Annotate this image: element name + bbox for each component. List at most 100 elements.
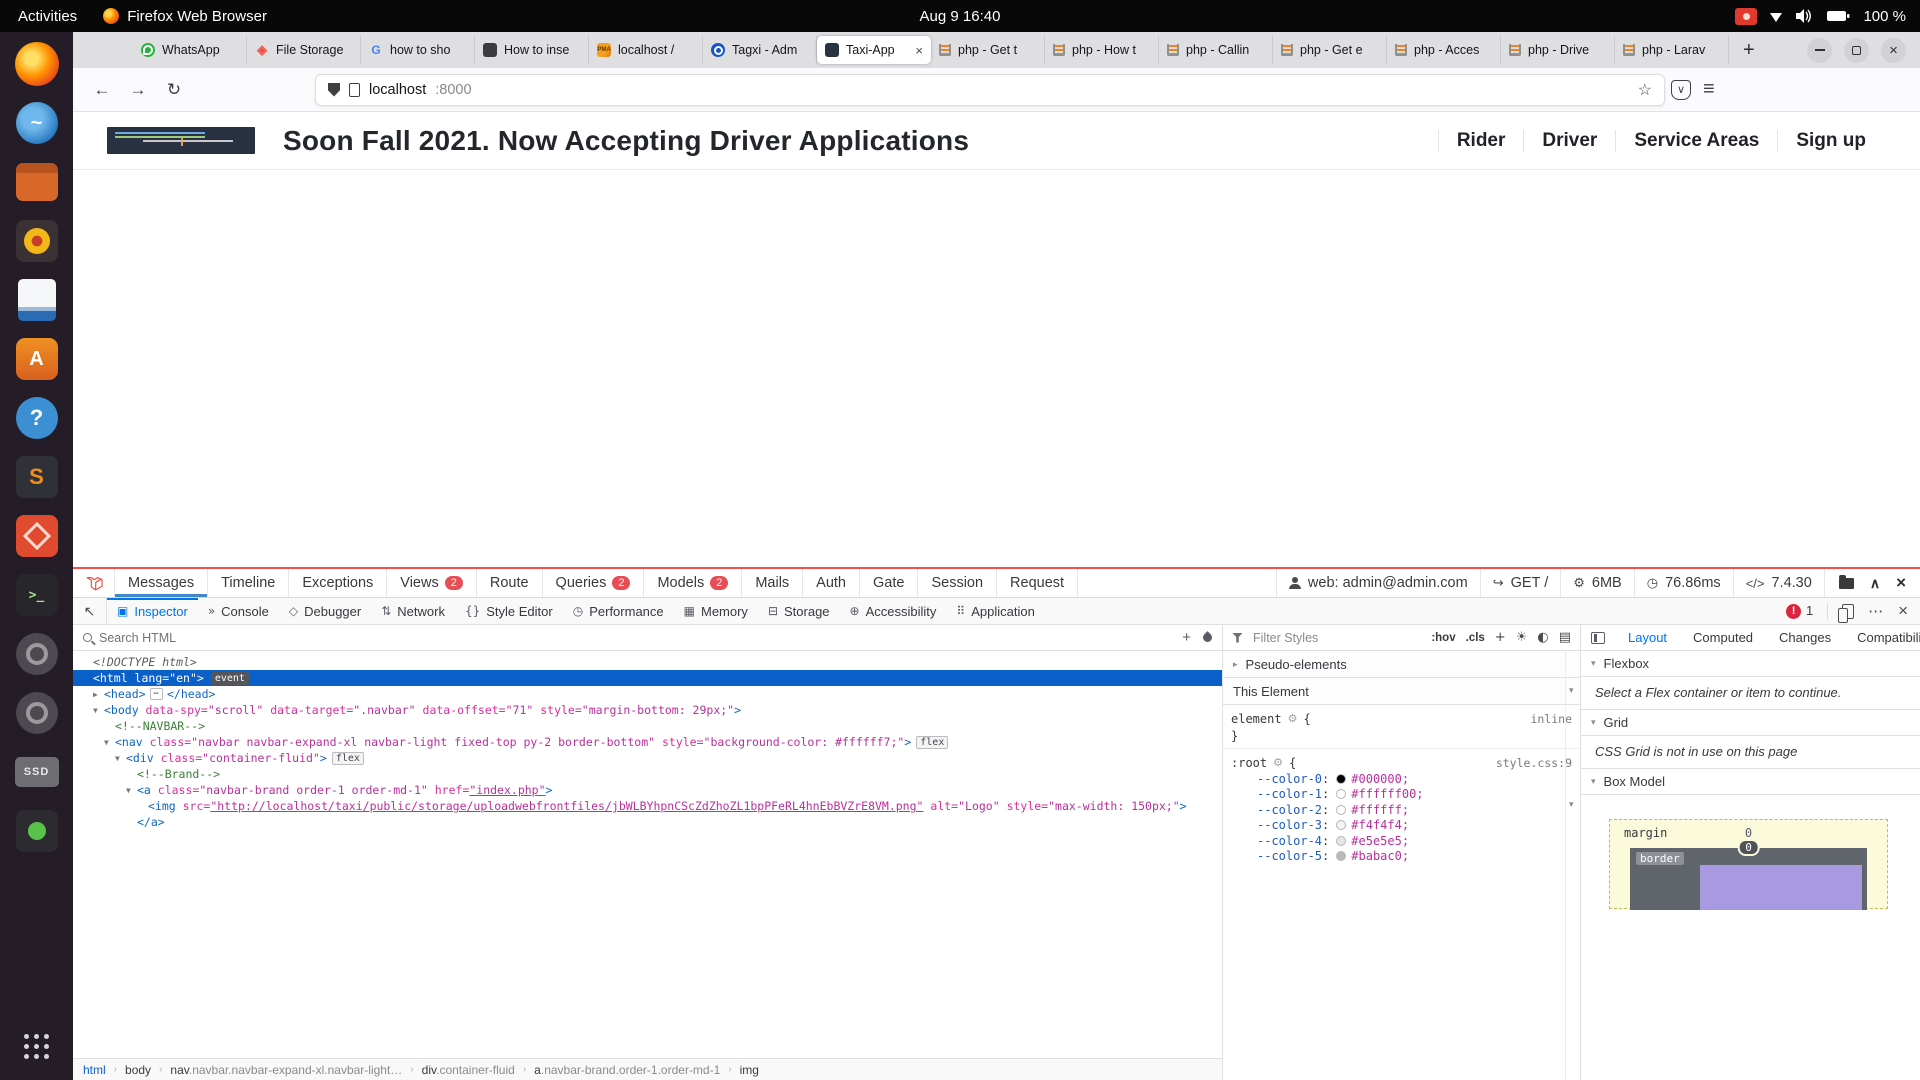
dock-item-software[interactable]: A <box>11 333 63 385</box>
browser-tab[interactable]: php - Get e <box>1273 36 1387 64</box>
pseudo-class-toggle[interactable]: :hov <box>1431 632 1455 644</box>
class-toggle[interactable]: .cls <box>1466 632 1485 644</box>
restore-button[interactable] <box>1844 38 1869 63</box>
dock-item-green[interactable] <box>11 805 63 857</box>
color-swatch[interactable] <box>1336 851 1346 861</box>
debugbar-tab-views[interactable]: Views2 <box>387 569 477 597</box>
devtools-tab-storage[interactable]: ⊟Storage <box>758 598 840 624</box>
filter-styles-input[interactable]: Filter Styles <box>1253 631 1421 645</box>
devtools-tab-accessibility[interactable]: ⊕Accessibility <box>840 598 947 624</box>
browser-tab[interactable]: php - Acces <box>1387 36 1501 64</box>
expander-icon[interactable]: ▼ <box>115 754 126 763</box>
flex-badge[interactable]: flex <box>332 752 364 765</box>
add-node-icon[interactable]: + <box>1182 629 1191 646</box>
box-model-section-header[interactable]: ▾Box Model <box>1581 769 1920 795</box>
browser-tab[interactable]: Ghow to sho <box>361 36 475 64</box>
debugbar-tab-request[interactable]: Request <box>997 569 1078 597</box>
box-model-border[interactable]: border 0 <box>1630 848 1867 910</box>
light-theme-icon[interactable]: ☀ <box>1516 630 1528 645</box>
dock-item-firefox[interactable] <box>11 38 63 90</box>
url-bar[interactable]: localhost :8000 ☆ <box>315 74 1665 106</box>
site-nav-link[interactable]: Service Areas <box>1615 130 1777 152</box>
browser-tab[interactable]: php - Get t <box>931 36 1045 64</box>
add-rule-icon[interactable]: + <box>1495 630 1506 645</box>
flexbox-section-header[interactable]: ▾Flexbox <box>1581 651 1920 677</box>
breadcrumb-item[interactable]: a.navbar-brand.order-1.order-md-1 <box>534 1063 720 1077</box>
css-property[interactable]: --color-1:#ffffff00; <box>1231 787 1572 803</box>
print-media-icon[interactable]: ▤ <box>1559 630 1571 645</box>
devtools-tab-inspector[interactable]: ▣Inspector <box>107 598 198 624</box>
open-folder-icon[interactable] <box>1839 578 1854 589</box>
element-inline-rule[interactable]: element ⚙ { inline } <box>1223 705 1580 748</box>
browser-tab[interactable]: WhatsApp <box>133 36 247 64</box>
box-model-content[interactable] <box>1700 865 1862 910</box>
markup-line[interactable]: ▼<body data-spy="scroll" data-target=".n… <box>73 702 1222 718</box>
close-button[interactable]: × <box>1881 38 1906 63</box>
markup-line[interactable]: <html lang="en">event <box>73 670 1222 686</box>
debugbar-tab-auth[interactable]: Auth <box>803 569 860 597</box>
dock-item-thunderbird[interactable]: ~ <box>11 97 63 149</box>
error-count-badge[interactable]: !1 <box>1786 604 1813 619</box>
dock-item-terminal[interactable]: >_ <box>11 569 63 621</box>
bookmark-star-icon[interactable]: ☆ <box>1638 80 1652 100</box>
browser-tab[interactable]: Taxi-App× <box>817 36 931 64</box>
debugbar-tab-models[interactable]: Models2 <box>644 569 742 597</box>
breadcrumb-item[interactable]: html <box>83 1063 106 1077</box>
color-swatch[interactable] <box>1336 805 1346 815</box>
clock[interactable]: Aug 9 16:40 <box>920 8 1001 25</box>
rules-scrollbar[interactable]: ▾ ▾ <box>1565 651 1580 1080</box>
devtools-close-icon[interactable]: × <box>1898 601 1908 621</box>
markup-line[interactable]: ▶<head>⋯</head> <box>73 686 1222 702</box>
sidebar-toggle-icon[interactable] <box>1591 632 1605 644</box>
margin-top-value[interactable]: 0 <box>1745 826 1752 840</box>
browser-tab[interactable]: php - How t <box>1045 36 1159 64</box>
system-tray[interactable]: 100 % <box>1735 8 1920 25</box>
markup-line[interactable]: <!--NAVBAR--> <box>73 718 1222 734</box>
color-swatch[interactable] <box>1336 789 1346 799</box>
browser-tab[interactable]: php - Callin <box>1159 36 1273 64</box>
box-model-margin[interactable]: margin 0 border 0 <box>1609 819 1888 909</box>
debugbar-tab-session[interactable]: Session <box>918 569 997 597</box>
css-property[interactable]: --color-4:#e5e5e5; <box>1231 833 1572 849</box>
color-swatch[interactable] <box>1336 836 1346 846</box>
css-property[interactable]: --color-2:#ffffff; <box>1231 802 1572 818</box>
flex-badge[interactable]: flex <box>916 736 948 749</box>
back-button[interactable]: ← <box>87 75 117 105</box>
devtools-tab-style-editor[interactable]: {}Style Editor <box>455 598 563 624</box>
expander-icon[interactable]: ▶ <box>93 690 104 699</box>
browser-tab[interactable]: Tagxi - Adm <box>703 36 817 64</box>
browser-tab[interactable]: php - Larav <box>1615 36 1729 64</box>
dock-item-sublime[interactable]: S <box>11 451 63 503</box>
debugbar-tab-route[interactable]: Route <box>477 569 543 597</box>
collapse-debugbar-icon[interactable]: ∧ <box>1870 575 1880 592</box>
reload-button[interactable]: ↻ <box>159 75 189 105</box>
minimize-button[interactable] <box>1807 38 1832 63</box>
breadcrumb-item[interactable]: img <box>740 1063 759 1077</box>
dock-item-music[interactable] <box>11 215 63 267</box>
debugbar-tab-exceptions[interactable]: Exceptions <box>289 569 387 597</box>
focused-app-menu[interactable]: Firefox Web Browser <box>103 8 267 25</box>
devtools-tab-application[interactable]: ⠿Application <box>946 598 1044 624</box>
devtools-menu-icon[interactable]: ⋯ <box>1868 602 1884 620</box>
expander-icon[interactable]: ▼ <box>126 786 137 795</box>
debugbar-tab-timeline[interactable]: Timeline <box>208 569 289 597</box>
color-swatch[interactable] <box>1336 820 1346 830</box>
css-property[interactable]: --color-5:#babac0; <box>1231 849 1572 865</box>
pocket-icon[interactable]: ∨ <box>1671 80 1691 100</box>
devtools-tab-console[interactable]: »Console <box>198 598 279 624</box>
dock-item-files[interactable] <box>11 156 63 208</box>
close-debugbar-icon[interactable]: × <box>1896 573 1906 593</box>
debugbar-tab-gate[interactable]: Gate <box>860 569 918 597</box>
dock-item-ssd[interactable]: SSD <box>11 746 63 798</box>
event-badge[interactable]: event <box>211 672 249 685</box>
sidebar-tab-compatibility[interactable]: Compatibility <box>1844 630 1920 645</box>
sidebar-tab-changes[interactable]: Changes <box>1766 630 1844 645</box>
devtools-tab-debugger[interactable]: ◇Debugger <box>279 598 371 624</box>
markup-line[interactable]: <!DOCTYPE html> <box>73 654 1222 670</box>
browser-tab[interactable]: ◈File Storage <box>247 36 361 64</box>
dock-item-diamond[interactable] <box>11 510 63 562</box>
css-property[interactable]: --color-0:#000000; <box>1231 771 1572 787</box>
browser-tab[interactable]: How to inse <box>475 36 589 64</box>
site-info-icon[interactable] <box>349 83 360 97</box>
pseudo-elements-section[interactable]: ▸ Pseudo-elements <box>1223 651 1580 678</box>
